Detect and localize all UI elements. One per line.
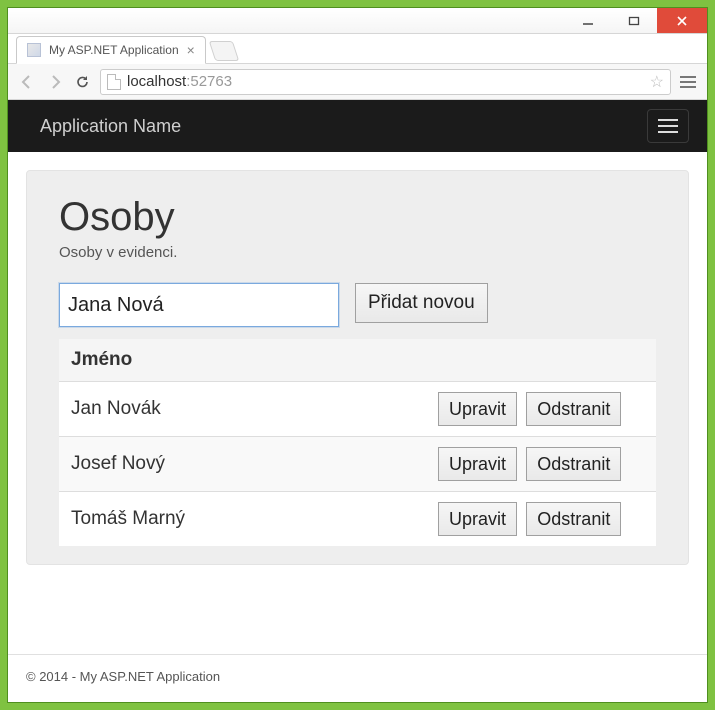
column-header-name: Jméno: [59, 339, 426, 382]
arrow-left-icon: [19, 74, 35, 90]
page-footer: © 2014 - My ASP.NET Application: [8, 654, 707, 702]
delete-button[interactable]: Odstranit: [526, 502, 621, 536]
edit-button[interactable]: Upravit: [438, 392, 517, 426]
cell-name: Jan Novák: [59, 382, 426, 437]
minimize-icon: [582, 15, 594, 27]
window-minimize-button[interactable]: [565, 8, 611, 33]
add-form-row: Přidat novou: [59, 283, 656, 327]
reload-button[interactable]: [72, 71, 94, 93]
tab-title: My ASP.NET Application: [49, 43, 179, 57]
window-maximize-button[interactable]: [611, 8, 657, 33]
url-port: :52763: [186, 73, 232, 90]
page-viewport: Application Name Osoby Osoby v evidenci.…: [8, 100, 707, 702]
close-icon: [676, 15, 688, 27]
cell-actions: Upravit Odstranit: [426, 382, 656, 437]
column-header-actions: [426, 339, 656, 382]
table-row: Josef Nový Upravit Odstranit: [59, 437, 656, 492]
browser-tabstrip: My ASP.NET Application ×: [8, 34, 707, 64]
bookmark-star-icon[interactable]: ☆: [650, 72, 664, 92]
cell-name: Tomáš Marný: [59, 492, 426, 547]
hamburger-icon: [658, 119, 678, 121]
edit-button[interactable]: Upravit: [438, 447, 517, 481]
window-close-button[interactable]: [657, 8, 707, 33]
hamburger-icon: [680, 76, 696, 78]
favicon-icon: [27, 43, 41, 57]
reload-icon: [75, 74, 91, 90]
app-navbar: Application Name: [8, 100, 707, 152]
page-title: Osoby: [59, 195, 656, 240]
main-panel: Osoby Osoby v evidenci. Přidat novou Jmé…: [26, 170, 689, 565]
add-button[interactable]: Přidat novou: [355, 283, 488, 323]
tab-close-icon[interactable]: ×: [187, 43, 195, 57]
browser-menu-button[interactable]: [677, 76, 699, 88]
window-titlebar: [8, 8, 707, 34]
browser-toolbar: localhost:52763 ☆: [8, 64, 707, 100]
maximize-icon: [628, 15, 640, 27]
delete-button[interactable]: Odstranit: [526, 447, 621, 481]
browser-tab[interactable]: My ASP.NET Application ×: [16, 36, 206, 64]
navbar-toggle-button[interactable]: [647, 109, 689, 143]
cell-name: Josef Nový: [59, 437, 426, 492]
browser-window: My ASP.NET Application × localhost:52763…: [8, 8, 707, 702]
edit-button[interactable]: Upravit: [438, 502, 517, 536]
url-input[interactable]: localhost:52763 ☆: [100, 69, 671, 95]
delete-button[interactable]: Odstranit: [526, 392, 621, 426]
persons-table: Jméno Jan Novák Upravit Odstranit: [59, 339, 656, 546]
new-tab-button[interactable]: [209, 41, 239, 61]
name-input[interactable]: [59, 283, 339, 327]
arrow-right-icon: [47, 74, 63, 90]
page-container: Osoby Osoby v evidenci. Přidat novou Jmé…: [8, 152, 707, 654]
back-button[interactable]: [16, 71, 38, 93]
page-subtitle: Osoby v evidenci.: [59, 244, 656, 261]
table-row: Tomáš Marný Upravit Odstranit: [59, 492, 656, 547]
cell-actions: Upravit Odstranit: [426, 492, 656, 547]
table-row: Jan Novák Upravit Odstranit: [59, 382, 656, 437]
page-icon: [107, 74, 121, 90]
forward-button[interactable]: [44, 71, 66, 93]
app-brand[interactable]: Application Name: [40, 116, 181, 137]
url-host: localhost: [127, 73, 186, 90]
footer-text: © 2014 - My ASP.NET Application: [26, 669, 220, 684]
cell-actions: Upravit Odstranit: [426, 437, 656, 492]
